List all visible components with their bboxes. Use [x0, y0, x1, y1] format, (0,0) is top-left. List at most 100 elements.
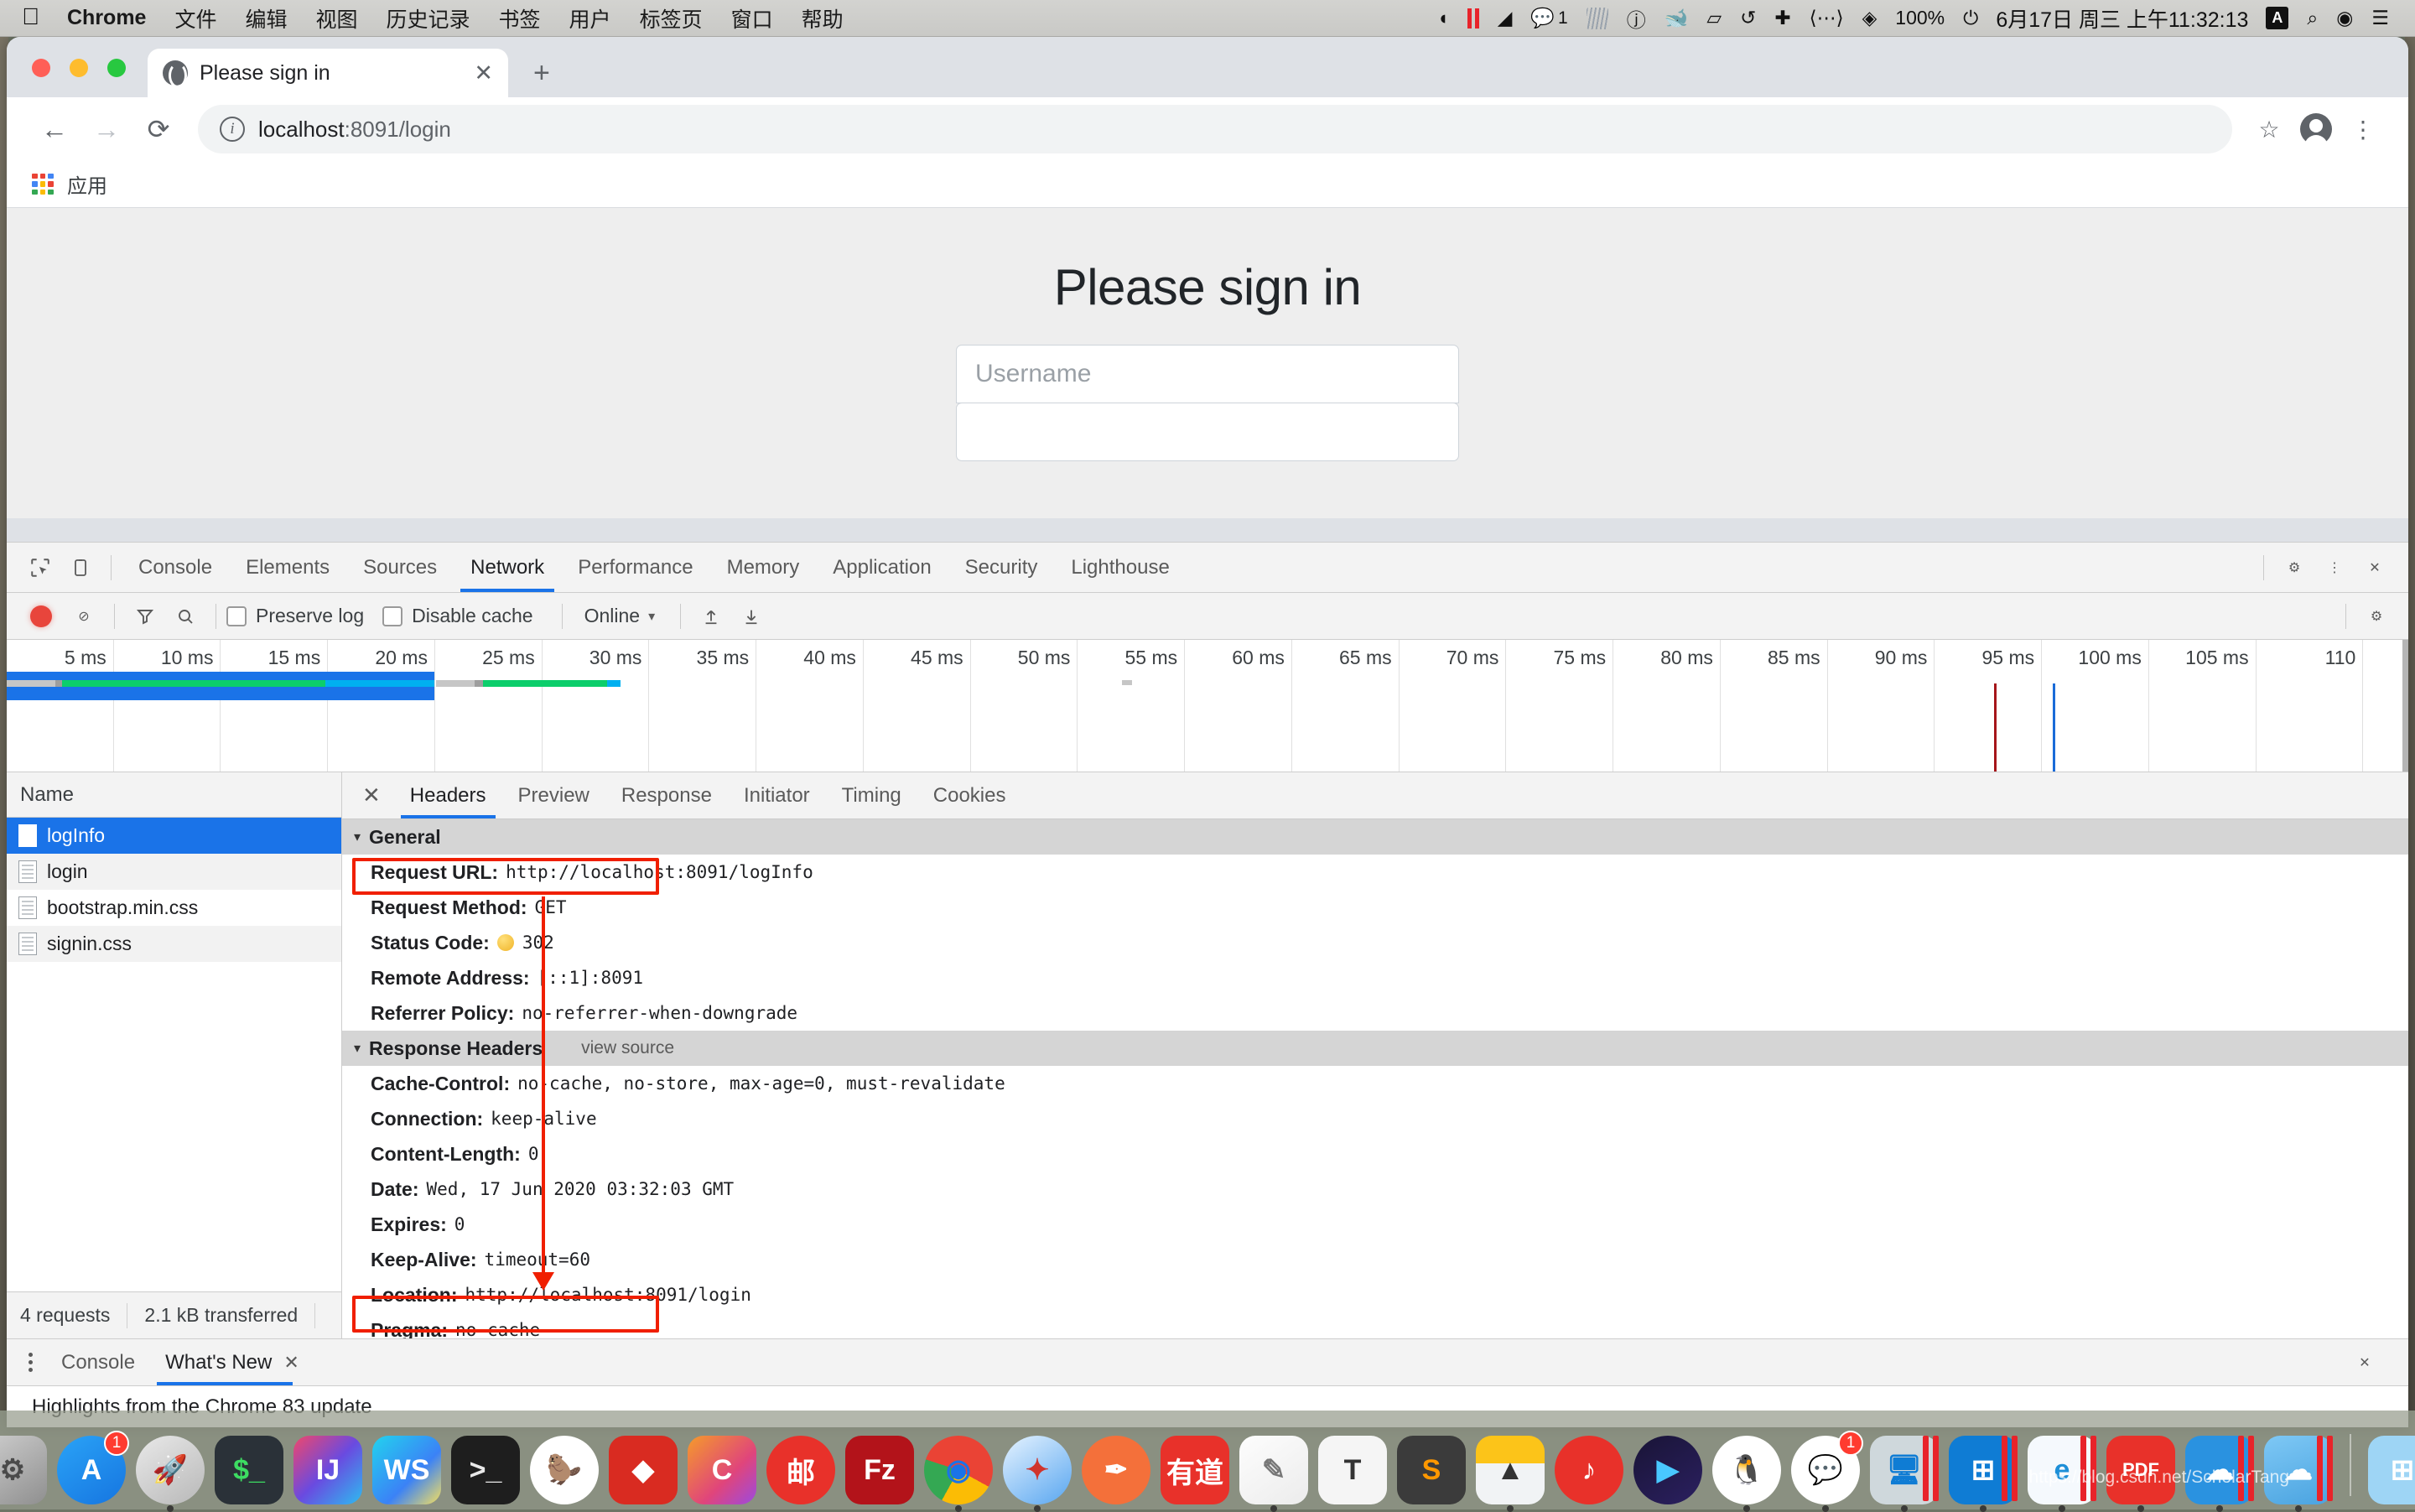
dock-item-safari[interactable]: ✦: [1001, 1432, 1073, 1504]
request-row[interactable]: signin.css: [7, 926, 341, 962]
menu-item-file[interactable]: 文件: [160, 3, 231, 34]
dock-item-redis[interactable]: ◆: [607, 1432, 679, 1504]
dock-item-postman[interactable]: ✒: [1080, 1432, 1152, 1504]
dock-item-filezilla[interactable]: Fz: [844, 1432, 916, 1504]
postman-icon[interactable]: ✒: [1082, 1436, 1150, 1504]
dock-item-app-store[interactable]: A1: [55, 1432, 127, 1504]
disable-cache-checkbox[interactable]: Disable cache: [382, 605, 532, 627]
pocket-icon[interactable]: ⓙ: [1618, 4, 1655, 33]
minimize-window-button[interactable]: [70, 59, 88, 77]
tab-lighthouse[interactable]: Lighthouse: [1054, 543, 1186, 592]
export-har-icon[interactable]: [731, 596, 771, 636]
qq-icon[interactable]: 🐧: [1712, 1436, 1781, 1504]
tab-console[interactable]: Console: [122, 543, 229, 592]
dock-item-sublime-text[interactable]: S: [1395, 1432, 1467, 1504]
control-center-icon[interactable]: ☰: [2362, 7, 2398, 29]
notes-icon[interactable]: ✎: [1239, 1436, 1308, 1504]
general-section-header[interactable]: ▾ General: [342, 819, 2408, 855]
close-whats-new-icon[interactable]: ✕: [283, 1352, 299, 1374]
inspect-element-icon[interactable]: [20, 548, 60, 588]
preserve-log-box[interactable]: [226, 606, 247, 626]
record-button[interactable]: [30, 605, 52, 627]
dock-item-windows-folder[interactable]: ⊞: [2366, 1432, 2415, 1504]
reload-button[interactable]: ⟳: [132, 103, 184, 155]
gear-icon[interactable]: ⚙: [2274, 548, 2314, 588]
close-tab-icon[interactable]: ✕: [474, 62, 493, 85]
response-headers-section-header[interactable]: ▾ Response Headers view source: [342, 1031, 2408, 1066]
request-row[interactable]: login: [7, 854, 341, 890]
tab-performance[interactable]: Performance: [561, 543, 709, 592]
drawer-tab-console[interactable]: Console: [46, 1339, 150, 1385]
page-info-icon[interactable]: i: [220, 117, 245, 142]
dock-item-windows-vm[interactable]: ⊞: [1947, 1432, 2019, 1504]
details-tab-response[interactable]: Response: [605, 772, 728, 818]
details-tab-initiator[interactable]: Initiator: [728, 772, 826, 818]
menu-bar-clock[interactable]: 6月17日 周三 上午11:32:13: [1987, 3, 2257, 34]
throttling-select[interactable]: Online: [584, 605, 640, 627]
apple-logo-icon[interactable]: : [22, 5, 53, 32]
dock-item-iterm[interactable]: $_: [213, 1432, 285, 1504]
username-field[interactable]: Username: [956, 345, 1459, 403]
dock-item-qq[interactable]: 🐧: [1711, 1432, 1783, 1504]
iina-icon[interactable]: ▶: [1633, 1436, 1702, 1504]
drawer-more-icon[interactable]: [15, 1353, 46, 1372]
search-icon[interactable]: [165, 596, 205, 636]
webstorm-icon[interactable]: WS: [372, 1436, 441, 1504]
dock-item-parallels-windows-vm[interactable]: 🖥: [1868, 1432, 1940, 1504]
dock-item-wechat[interactable]: 💬1: [1789, 1432, 1862, 1504]
view-source-link[interactable]: view source: [581, 1038, 674, 1058]
forward-button[interactable]: →: [80, 103, 132, 155]
dock-item-typora[interactable]: ▲: [1474, 1432, 1546, 1504]
bookmark-item-apps[interactable]: 应用: [67, 169, 107, 199]
bookmark-star-icon[interactable]: ☆: [2246, 106, 2293, 153]
goland-icon[interactable]: 🦫: [530, 1436, 599, 1504]
password-field[interactable]: [956, 403, 1459, 461]
redis-icon[interactable]: ◆: [609, 1436, 678, 1504]
clion-icon[interactable]: C: [688, 1436, 756, 1504]
youdao-icon[interactable]: 有道: [1161, 1436, 1229, 1504]
input-method-icon[interactable]: A: [2257, 7, 2298, 29]
filter-icon[interactable]: [125, 596, 165, 636]
apps-grid-icon[interactable]: [32, 174, 54, 195]
time-machine-icon[interactable]: ↺: [1731, 7, 1765, 29]
netease-music-icon[interactable]: ♪: [1555, 1436, 1623, 1504]
screenshot-icon[interactable]: ◖: [1428, 7, 1458, 29]
textedit-icon[interactable]: T: [1318, 1436, 1387, 1504]
clear-icon[interactable]: ⊘: [64, 596, 104, 636]
chrome-icon[interactable]: ◉: [924, 1436, 993, 1504]
terminal-icon[interactable]: >_: [451, 1436, 520, 1504]
disable-cache-box[interactable]: [382, 606, 402, 626]
intellij-idea-icon[interactable]: IJ: [293, 1436, 362, 1504]
avatar[interactable]: [2293, 106, 2340, 153]
import-har-icon[interactable]: [691, 596, 731, 636]
tab-memory[interactable]: Memory: [710, 543, 817, 592]
dock-item-youdao[interactable]: 有道: [1159, 1432, 1231, 1504]
airplay-icon[interactable]: ▱: [1697, 7, 1731, 29]
details-tab-preview[interactable]: Preview: [502, 772, 605, 818]
request-row[interactable]: logInfo: [7, 818, 341, 854]
details-tab-headers[interactable]: Headers: [394, 772, 502, 818]
iterm-icon[interactable]: $_: [215, 1436, 283, 1504]
menu-item-tab[interactable]: 标签页: [626, 3, 717, 34]
docker-icon[interactable]: 🐋: [1655, 7, 1698, 29]
pause-icon[interactable]: [1458, 8, 1488, 29]
dock-item-textedit[interactable]: T: [1317, 1432, 1389, 1504]
menu-item-help[interactable]: 帮助: [787, 3, 858, 34]
close-drawer-icon[interactable]: ✕: [2345, 1343, 2385, 1383]
close-devtools-icon[interactable]: ✕: [2355, 548, 2395, 588]
preserve-log-checkbox[interactable]: Preserve log: [226, 605, 364, 627]
chrome-menu-icon[interactable]: ⋮: [2340, 106, 2386, 153]
dropbox-icon[interactable]: ◢: [1488, 7, 1522, 29]
browser-tab[interactable]: Please sign in ✕: [148, 49, 508, 97]
menu-item-people[interactable]: 用户: [555, 3, 626, 34]
details-tab-timing[interactable]: Timing: [826, 772, 917, 818]
menu-item-edit[interactable]: 编辑: [231, 3, 301, 34]
back-button[interactable]: ←: [29, 103, 80, 155]
tab-sources[interactable]: Sources: [346, 543, 454, 592]
menu-app-name[interactable]: Chrome: [53, 6, 160, 30]
dock-item-system-preferences[interactable]: ⚙: [0, 1432, 49, 1504]
device-toolbar-icon[interactable]: [60, 548, 101, 588]
dock-item-launchpad[interactable]: 🚀: [134, 1432, 206, 1504]
maximize-window-button[interactable]: [107, 59, 126, 77]
network-settings-gear-icon[interactable]: ⚙: [2356, 596, 2397, 636]
